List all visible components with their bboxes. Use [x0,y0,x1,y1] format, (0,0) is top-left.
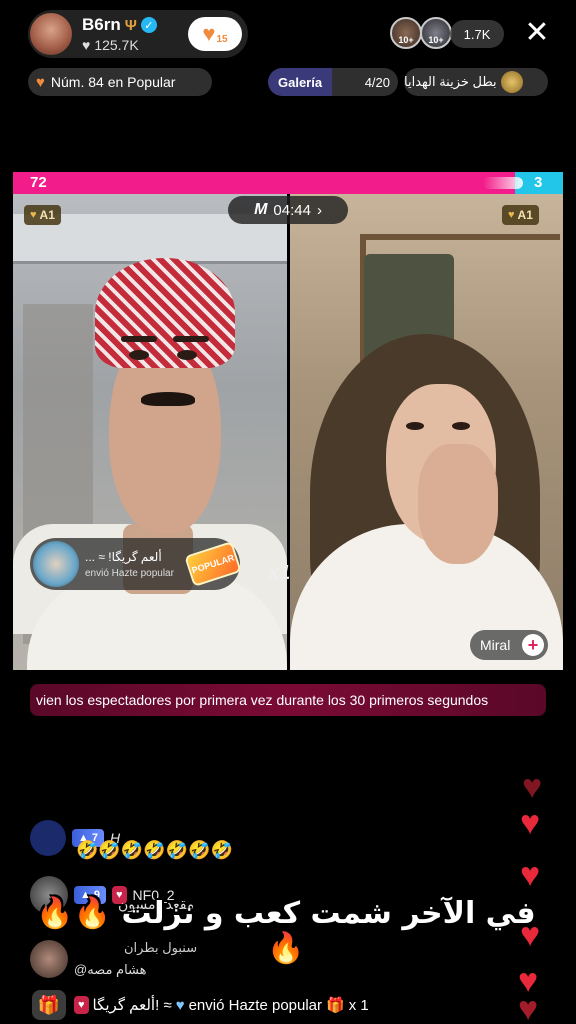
floating-heart-icon: ♥ [520,804,541,842]
gallery-count: 4/20 [364,74,390,90]
treasure-icon [500,71,523,93]
battle-timer[interactable]: M 04:44 › [228,196,348,224]
host-name-row: B6rn Ψ ✓ [82,15,157,35]
left-rank-badge[interactable]: ♥ A1 [24,205,61,225]
heart-icon: ♥ [82,37,91,53]
gift-button[interactable]: 🎁 [32,990,66,1020]
gift-action: envió Hazte popular [85,567,174,579]
viewer-avatar[interactable]: 10+ [420,17,452,49]
battle-logo-icon: M [254,201,268,218]
gift-event-row: ♥ ألعم گريگا! ≈ ♥ envió Hazte popular 🎁 … [74,996,369,1014]
crown-icon: ♥ [30,209,37,221]
guest-eye-right [452,422,470,430]
follow-count: 15 [216,33,228,45]
chevron-right-icon: › [316,201,322,219]
video-caption-overlay: في الآخر شمت كعب و نزلت 🔥🔥🔥 [36,896,536,966]
treasure-label: بطل خزينة الهدايا [404,74,497,89]
guest-hand [418,444,498,564]
battle-score-right: 3 [534,174,543,191]
heart-icon: ♥ [175,996,185,1014]
battle-score-bar [13,172,563,194]
host-mustache [141,392,195,406]
floating-heart-icon: ♥ [518,990,539,1024]
guest-name: Miral [480,637,511,653]
host-video[interactable] [13,194,287,670]
host-eye-right [177,350,197,360]
battle-score-left: 72 [30,174,47,191]
verified-icon: ✓ [140,17,157,33]
gallery-label: Galería [268,68,333,96]
host-name: B6rn [82,15,121,34]
host-headdress [95,258,235,368]
info-banner: vien los espectadores por primera vez du… [30,684,546,716]
popular-rank-label: Núm. 84 en Popular [50,74,176,90]
battle-streak [483,177,523,189]
floating-heart-icon: ♥ [520,856,541,894]
gift-event-multiplier: x 1 [348,996,369,1014]
host-info-pill[interactable]: B6rn Ψ ✓ ♥ 125.7K ♥ 15 [28,10,248,58]
gift-event-sender: ألعم گريگا! ≈ [92,997,172,1014]
follow-button[interactable]: ♥ 15 [188,17,242,51]
host-avatar[interactable] [28,11,74,57]
host-brow-left [121,336,157,342]
follow-guest-plus-icon[interactable]: + [522,634,544,656]
viewer-avatar[interactable]: 10+ [390,17,422,49]
viewer-count[interactable]: 1.7K [450,20,504,48]
guest-name-chip[interactable]: Miral + [470,630,548,660]
floating-heart-icon: ♥ [520,916,541,954]
trident-icon: Ψ [124,16,137,34]
fan-heart-icon: ♥ [202,21,216,46]
host-info: B6rn Ψ ✓ ♥ 125.7K [82,15,157,53]
gift-sender-name: ألعم گريگا! ≈ ... [85,549,162,564]
fan-badge: ♥ [74,996,89,1014]
guest-eye-left [406,422,424,430]
gift-notification-text: ألعم گريگا! ≈ ... envió Hazte popular [85,550,174,579]
left-rank-label: A1 [39,208,55,222]
gift-sender-avatar [33,541,79,587]
chat-message-text: 🤣🤣🤣🤣🤣🤣🤣 [76,840,233,860]
host-brow-right [173,336,209,342]
gift-icon: 🎁 [37,994,61,1015]
top-viewers[interactable]: 10+ 10+ [390,17,452,49]
close-button[interactable]: ✕ [523,18,551,50]
floating-heart-icon: ♥ [522,768,543,806]
host-likes-count: 125.7K [94,37,139,53]
gift-multiplier: x1 [268,562,291,584]
popular-rank-pill[interactable]: ♥ Núm. 84 en Popular [28,68,212,96]
gallery-pill[interactable]: Galería 4/20 [268,68,398,96]
host-eye-left [129,350,149,360]
right-rank-badge[interactable]: ♥ A1 [502,205,539,225]
right-rank-label: A1 [517,208,533,222]
gift-treasure-pill[interactable]: بطل خزينة الهدايا [404,68,548,96]
gift-event-action: envió Hazte popular [188,996,323,1014]
guest-video[interactable] [290,194,563,670]
broken-heart-icon: ♥ [36,73,45,91]
gift-event-icon: 🎁 [326,997,345,1014]
chat-avatar[interactable] [30,820,66,856]
crown-icon: ♥ [508,209,515,221]
host-likes: ♥ 125.7K [82,37,157,53]
battle-timer-value: 04:44 [273,201,311,219]
